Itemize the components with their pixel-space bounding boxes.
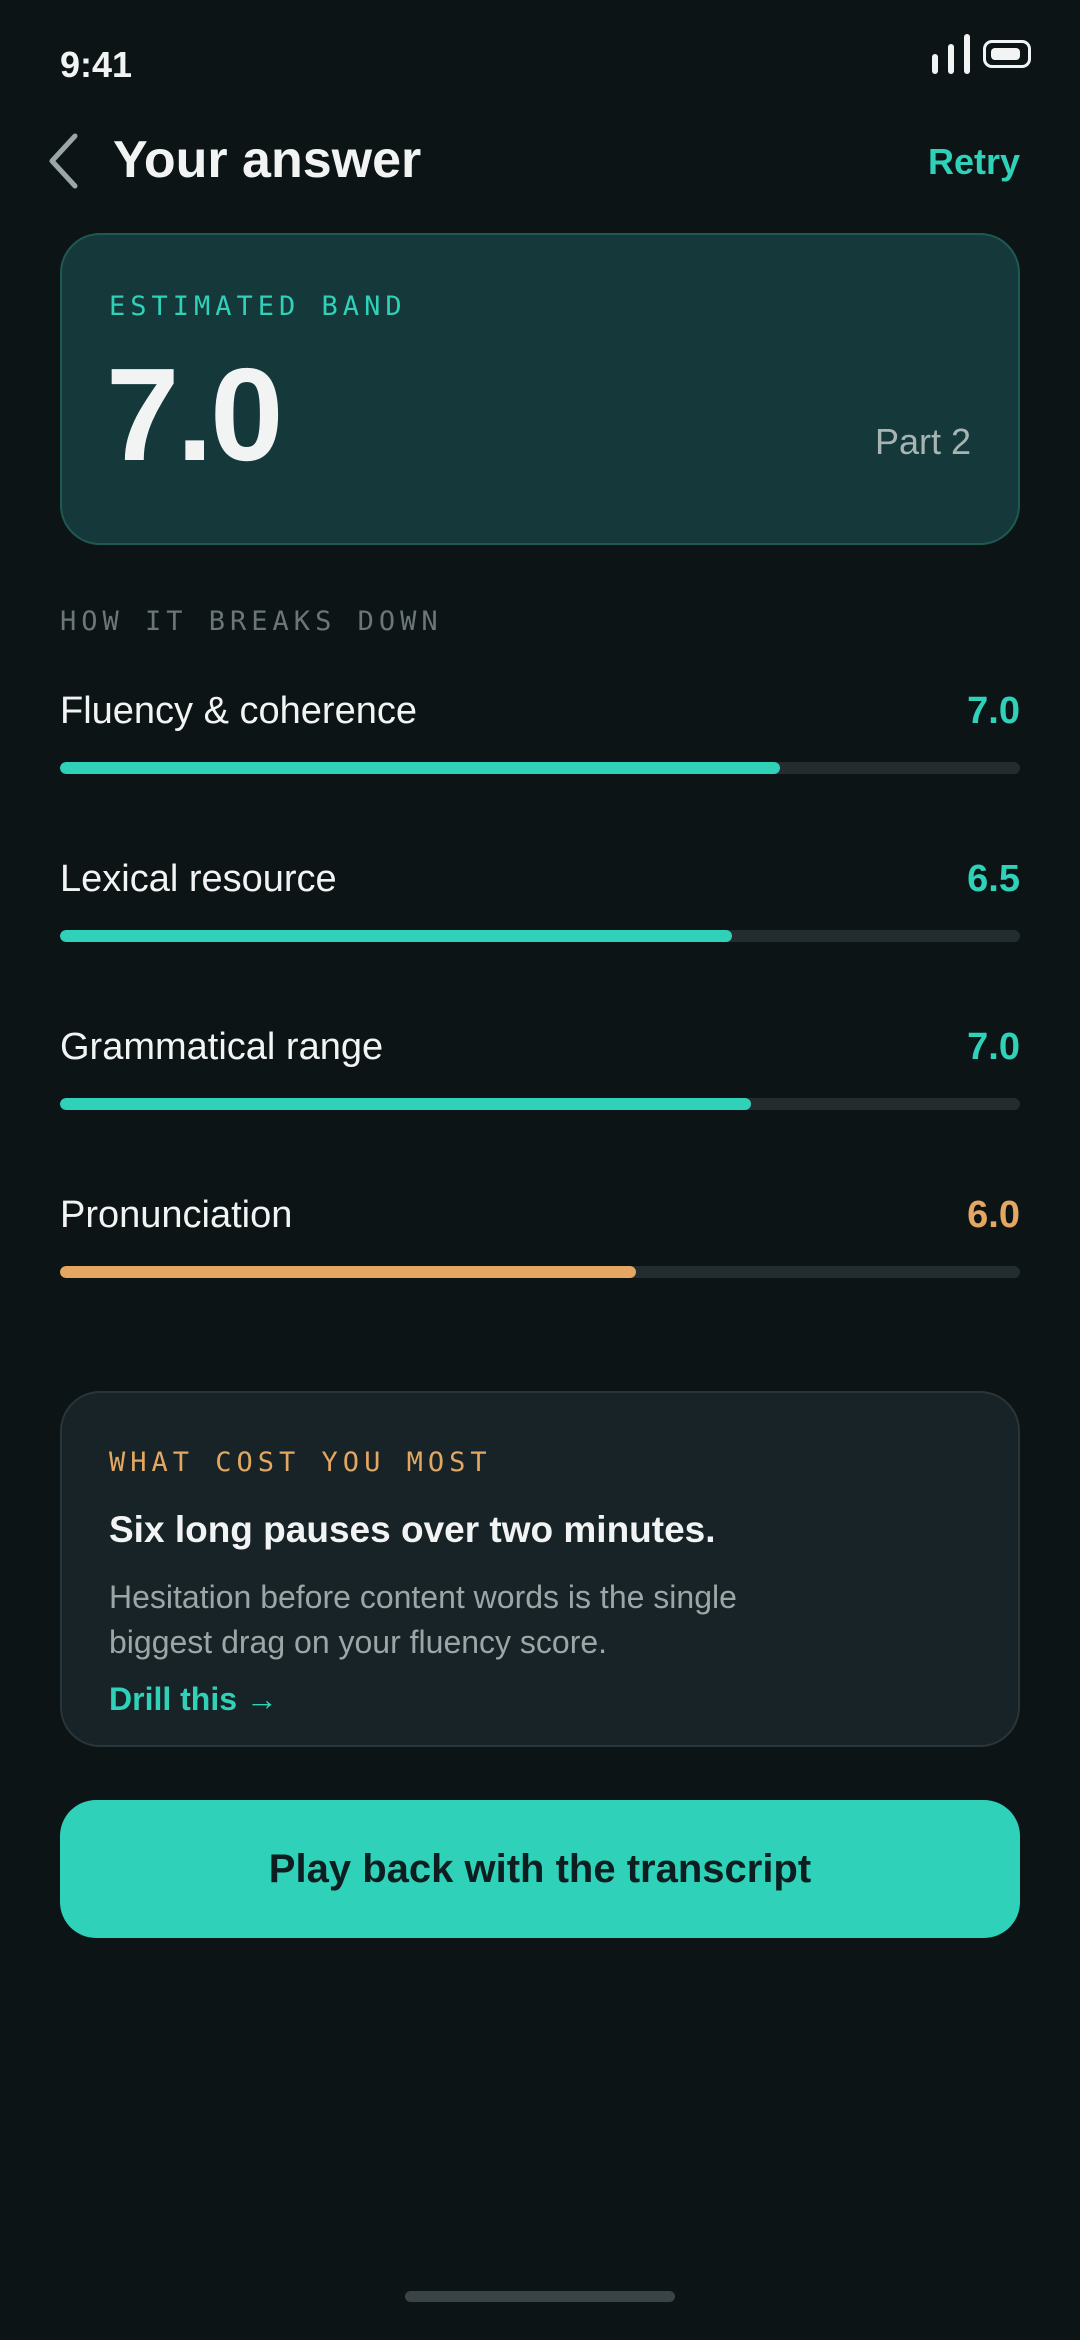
progress-track (60, 930, 1020, 942)
criterion-name: Grammatical range (60, 1026, 384, 1068)
criterion-score: 6.0 (967, 1194, 1020, 1236)
criterion-score: 7.0 (967, 690, 1020, 732)
back-button[interactable] (40, 128, 90, 194)
test-part-label: Part 2 (874, 421, 971, 462)
status-time: 9:41 (60, 44, 133, 85)
status-bar: 9:41 (0, 0, 1080, 120)
criterion-pronunciation: Pronunciation 6.0 (60, 1194, 1020, 1304)
feedback-title: Six long pauses over two minutes. (109, 1509, 716, 1550)
criterion-grammar: Grammatical range 7.0 (60, 1026, 1020, 1136)
home-indicator[interactable] (405, 2291, 675, 2302)
criterion-fluency: Fluency & coherence 7.0 (60, 690, 1020, 800)
page-title: Your answer (113, 131, 422, 189)
progress-fill (60, 930, 732, 942)
criterion-score: 7.0 (967, 1026, 1020, 1068)
play-transcript-button[interactable]: Play back with the transcript (60, 1800, 1020, 1938)
feedback-label: WHAT COST YOU MOST (109, 1447, 492, 1478)
progress-fill (60, 762, 780, 774)
progress-fill (60, 1266, 636, 1278)
progress-track (60, 1266, 1020, 1278)
band-score: 7.0 (106, 341, 283, 488)
drill-link[interactable]: Drill this → (109, 1681, 278, 1718)
retry-button[interactable]: Retry (928, 141, 1020, 183)
criterion-name: Pronunciation (60, 1194, 293, 1236)
feedback-card: WHAT COST YOU MOST Six long pauses over … (60, 1391, 1020, 1747)
criterion-name: Lexical resource (60, 858, 337, 900)
progress-track (60, 1098, 1020, 1110)
signal-icon (932, 34, 972, 74)
breakdown-section-label: HOW IT BREAKS DOWN (60, 606, 443, 637)
criterion-score: 6.5 (967, 858, 1020, 900)
chevron-left-icon (49, 133, 78, 189)
battery-icon (983, 40, 1031, 68)
band-label: ESTIMATED BAND (109, 291, 407, 322)
criterion-name: Fluency & coherence (60, 690, 417, 732)
estimated-band-card: ESTIMATED BAND 7.0 Part 2 (60, 233, 1020, 545)
feedback-body: Hesitation before content words is the s… (109, 1579, 737, 1660)
criterion-lexical: Lexical resource 6.5 (60, 858, 1020, 968)
progress-track (60, 762, 1020, 774)
progress-fill (60, 1098, 752, 1110)
